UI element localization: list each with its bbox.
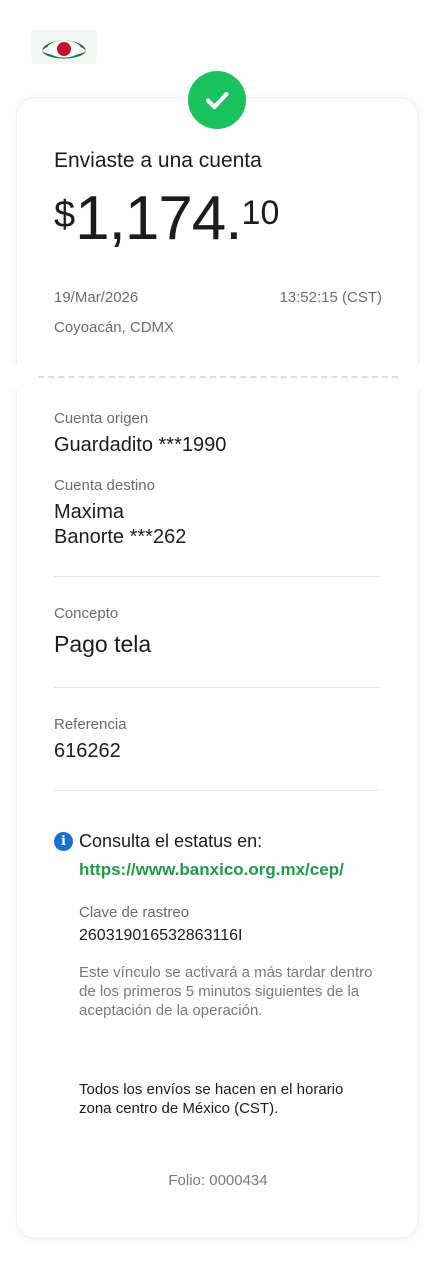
- transfer-location: Coyoacán, CDMX: [54, 319, 175, 336]
- divider: [54, 576, 380, 577]
- receipt-card: [17, 98, 418, 1238]
- banco-logo-icon: [42, 40, 86, 59]
- status-prompt: Consulta el estatus en:: [79, 831, 263, 851]
- schedule-note: Todos los envíos se hacen en el horario …: [79, 1081, 344, 1117]
- destination-label: Cuenta destino: [54, 477, 155, 494]
- destination-account: Banorte ***262: [54, 526, 187, 548]
- info-icon: i: [54, 832, 73, 851]
- divider: [54, 687, 380, 688]
- check-icon: [205, 91, 229, 110]
- transfer-amount: $1,174.10: [54, 188, 279, 250]
- destination-name: Maxima: [54, 501, 125, 523]
- currency-symbol: $: [54, 194, 76, 236]
- concept-label: Concepto: [54, 605, 119, 622]
- folio-number: Folio: 0000434: [168, 1172, 268, 1189]
- reference-label: Referencia: [54, 716, 127, 733]
- origin-value: Guardadito ***1990: [54, 434, 227, 456]
- amount-decimals: 10: [241, 194, 280, 232]
- tracking-value: 260319016532863116I: [79, 927, 243, 944]
- banxico-cep-link[interactable]: https://www.banxico.org.mx/cep/: [79, 860, 344, 880]
- ticket-notch-left: [4, 364, 30, 390]
- transfer-time: 13:52:15 (CST): [279, 289, 382, 306]
- concept-value: Pago tela: [54, 631, 152, 657]
- tracking-label: Clave de rastreo: [79, 904, 190, 921]
- success-badge: [188, 71, 246, 129]
- amount-integer: 1,174.: [75, 184, 242, 253]
- activation-note: Este vínculo se activará a más tardar de…: [79, 964, 373, 1019]
- reference-value: 616262: [54, 740, 121, 762]
- transfer-title: Enviaste a una cuenta: [54, 149, 262, 172]
- receipt-page: Enviaste a una cuenta $1,174.10 19/Mar/2…: [0, 0, 436, 1280]
- transfer-date: 19/Mar/2026: [54, 289, 139, 306]
- divider: [54, 790, 380, 791]
- origin-label: Cuenta origen: [54, 410, 149, 427]
- ticket-notch-right: [406, 364, 432, 390]
- bank-logo: [31, 30, 97, 64]
- ticket-divider: [38, 376, 398, 378]
